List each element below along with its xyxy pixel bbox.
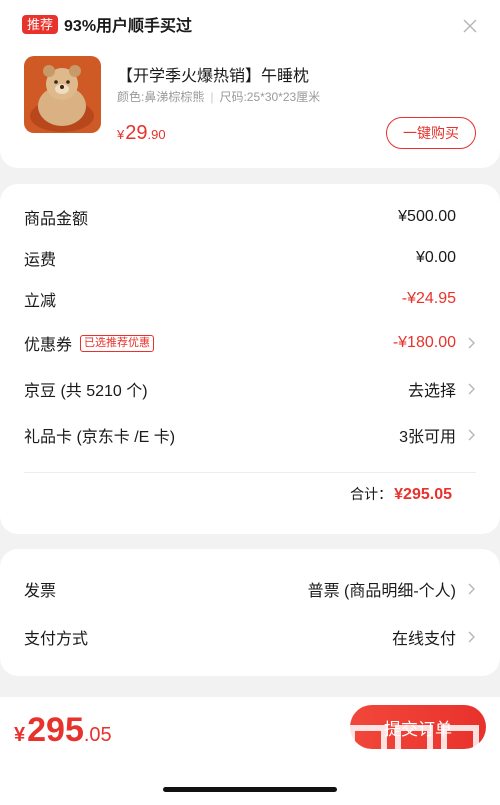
shipping-value: ¥0.00 — [415, 249, 456, 266]
discount-label: 立减 — [24, 293, 57, 310]
invoice-value: 普票 (商品明细-个人) — [307, 583, 456, 600]
payment-row[interactable]: 支付方式 在线支付 — [24, 622, 476, 652]
invoice-row[interactable]: 发票 普票 (商品明细-个人) — [24, 574, 476, 604]
bottom-price-decimal: .05 — [83, 724, 112, 746]
home-indicator — [163, 787, 337, 792]
chevron-right-icon — [468, 429, 475, 441]
total-value: ¥295.05 — [394, 486, 452, 503]
watermark-site: zhizhizhi.com — [354, 776, 476, 795]
recommend-title: 93%用户顺手买过 — [64, 18, 193, 35]
goods-amount-row: 商品金额 ¥500.00 — [24, 202, 476, 232]
divider — [24, 472, 476, 473]
close-icon[interactable] — [462, 18, 478, 34]
product-price-integer: 29 — [125, 122, 148, 144]
watermark: zhizhizhi.com — [340, 708, 490, 805]
invoice-label: 发票 — [24, 583, 57, 600]
recommend-header: 推荐 93%用户顺手买过 — [22, 12, 192, 36]
coupon-row[interactable]: 优惠券 已选推荐优惠 -¥180.00 — [24, 328, 476, 358]
discount-value: -¥24.95 — [401, 290, 456, 307]
giftcard-row[interactable]: 礼品卡 (京东卡 /E 卡) 3张可用 — [24, 420, 476, 450]
product-price-symbol: ¥ — [117, 127, 125, 142]
giftcard-label: 礼品卡 (京东卡 /E 卡) — [24, 429, 176, 446]
jingdou-label: 京豆 (共 5210 个) — [24, 383, 148, 400]
one-click-buy-button[interactable]: 一键购买 — [386, 117, 476, 149]
coupon-label: 优惠券 — [24, 337, 73, 354]
product-image[interactable] — [24, 56, 101, 133]
jingdou-row[interactable]: 京豆 (共 5210 个) 去选择 — [24, 374, 476, 404]
product-color: 颜色:鼻涕棕棕熊 — [117, 90, 205, 104]
jingdou-value: 去选择 — [407, 383, 456, 400]
bottom-price-integer: 295 — [27, 711, 84, 749]
goods-amount-value: ¥500.00 — [398, 208, 456, 225]
coupon-recommended-tag: 已选推荐优惠 — [80, 334, 155, 352]
total-label: 合计： — [350, 486, 393, 502]
chevron-right-icon — [468, 583, 475, 595]
recommend-card: 推荐 93%用户顺手买过 【开学季火爆热销】午睡枕 颜色:鼻涕棕棕熊 | 尺码:… — [0, 0, 500, 168]
payment-label: 支付方式 — [24, 631, 89, 648]
chevron-right-icon — [468, 337, 475, 349]
shipping-label: 运费 — [24, 252, 57, 269]
discount-row: 立减 -¥24.95 — [24, 284, 476, 314]
chevron-right-icon — [468, 383, 475, 395]
chevron-right-icon — [468, 631, 475, 643]
bottom-total-price: ¥ 295 .05 — [14, 711, 112, 750]
payment-value: 在线支付 — [391, 631, 456, 648]
coupon-value: -¥180.00 — [392, 334, 456, 351]
watermark-logo — [349, 725, 479, 769]
total-row: 合计： ¥295.05 — [350, 484, 452, 504]
order-amounts-card: 商品金额 ¥500.00 运费 ¥0.00 立减 -¥24.95 优惠券 已选推… — [0, 184, 500, 534]
bottom-price-symbol: ¥ — [14, 724, 26, 746]
goods-amount-label: 商品金额 — [24, 211, 89, 228]
product-size: 尺码:25*30*23厘米 — [219, 90, 321, 104]
giftcard-value: 3张可用 — [399, 429, 456, 446]
product-title[interactable]: 【开学季火爆热销】午睡枕 — [117, 62, 309, 86]
product-price: ¥ 29 .90 — [117, 122, 166, 145]
shipping-row: 运费 ¥0.00 — [24, 243, 476, 273]
recommend-tag: 推荐 — [22, 14, 59, 34]
product-price-decimal: .90 — [147, 127, 166, 142]
invoice-payment-card: 发票 普票 (商品明细-个人) 支付方式 在线支付 — [0, 549, 500, 676]
product-spec: 颜色:鼻涕棕棕熊 | 尺码:25*30*23厘米 — [117, 88, 320, 105]
spec-separator: | — [210, 89, 214, 104]
